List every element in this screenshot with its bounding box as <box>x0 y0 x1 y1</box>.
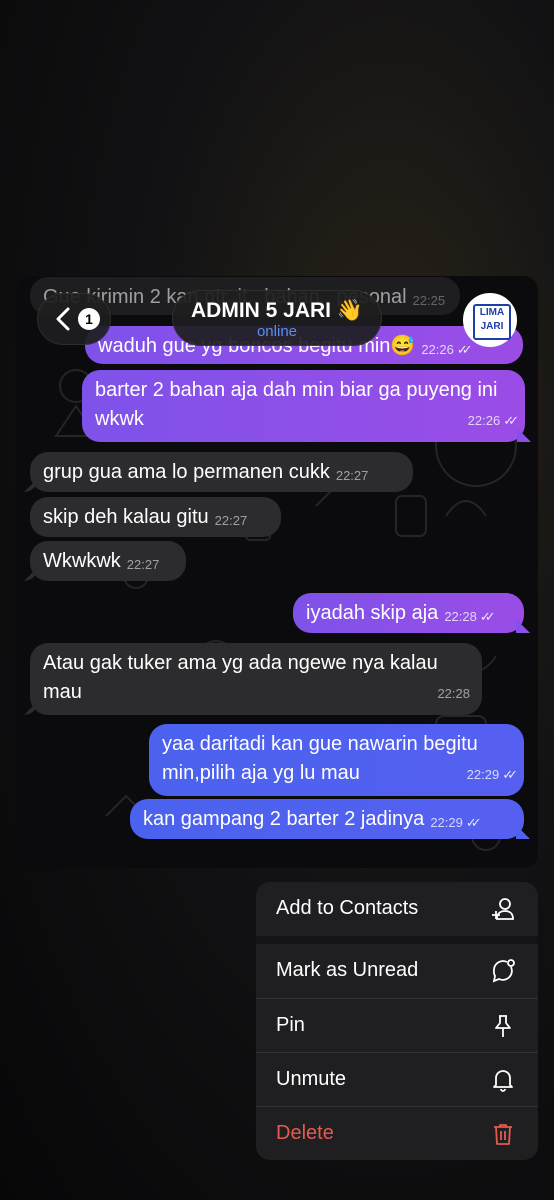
chat-status: online <box>256 323 298 340</box>
menu-item-mark-as-unread[interactable]: Mark as Unread <box>256 944 538 998</box>
menu-item-delete[interactable]: Delete <box>256 1106 538 1160</box>
avatar-text-line: LIMA <box>479 307 505 318</box>
message-incoming[interactable]: grup gua ama lo permanen cukk 22:27 <box>30 452 413 492</box>
trash-icon <box>494 1124 512 1145</box>
menu-item-label: Delete <box>276 1122 334 1144</box>
message-text: grup gua ama lo permanen cukk <box>43 461 330 483</box>
read-ticks-icon: ✓✓ <box>465 815 482 830</box>
menu-item-label: Mark as Unread <box>276 959 419 981</box>
menu-item-label: Add to Contacts <box>276 897 419 919</box>
message-time: 22:29 <box>466 767 500 782</box>
message-outgoing[interactable]: yaa daritadi kan gue nawarin begitu min,… <box>149 724 524 796</box>
message-incoming[interactable]: skip deh kalau gitu 22:27 <box>30 497 281 537</box>
message-outgoing[interactable]: kan gampang 2 barter 2 jadinya 22:29 ✓✓ <box>130 799 524 839</box>
message-outgoing[interactable]: iyadah skip aja 22:28 ✓✓ <box>293 593 524 633</box>
message-time: 22:28 <box>437 686 470 701</box>
avatar-text-line: JARI <box>480 321 504 332</box>
add-contact-icon <box>492 898 514 920</box>
read-ticks-icon: ✓✓ <box>456 342 473 357</box>
unread-bubble-icon <box>492 959 515 983</box>
read-ticks-icon: ✓✓ <box>502 767 518 782</box>
message-text: Wkwkwk <box>43 550 121 572</box>
menu-item-add-to-contacts[interactable]: Add to Contacts <box>256 882 538 936</box>
message-time: 22:25 <box>412 293 446 308</box>
message-time: 22:27 <box>214 513 248 528</box>
avatar[interactable]: LIMA JARI <box>463 293 517 347</box>
menu-item-label: Pin <box>276 1014 305 1036</box>
message-time: 22:26 <box>421 342 454 357</box>
back-button[interactable]: 1 <box>37 293 111 345</box>
context-menu: Add to Contacts Mark as Unread Pin Unmut… <box>256 882 538 1160</box>
message-text: iyadah skip aja <box>306 602 439 624</box>
chat-title: ADMIN 5 JARI 👋 <box>191 299 363 322</box>
bell-icon <box>493 1070 513 1092</box>
chevron-left-icon <box>56 307 70 331</box>
message-time: 22:26 <box>467 413 501 428</box>
chat-header[interactable]: ADMIN 5 JARI 👋 online <box>172 290 382 346</box>
message-text: skip deh kalau gitu <box>43 506 209 528</box>
message-time: 22:27 <box>126 557 160 572</box>
message-time: 22:29 <box>430 815 463 830</box>
message-text: barter 2 bahan aja dah min biar ga puyen… <box>95 379 498 430</box>
menu-item-unmute[interactable]: Unmute <box>256 1052 538 1106</box>
menu-item-pin[interactable]: Pin <box>256 998 538 1052</box>
pin-icon <box>495 1015 511 1037</box>
message-outgoing[interactable]: barter 2 bahan aja dah min biar ga puyen… <box>82 370 525 442</box>
menu-item-label: Unmute <box>276 1068 347 1090</box>
message-text: kan gampang 2 barter 2 jadinya <box>143 808 425 830</box>
unread-count-badge: 1 <box>78 308 100 330</box>
message-incoming[interactable]: Wkwkwk 22:27 <box>30 541 186 581</box>
read-ticks-icon: ✓✓ <box>503 413 519 428</box>
message-text: Atau gak tuker ama yg ada ngewe nya kala… <box>43 652 438 703</box>
message-text: yaa daritadi kan gue nawarin begitu min,… <box>162 733 478 784</box>
message-time: 22:27 <box>335 468 369 483</box>
message-time: 22:28 <box>444 609 477 624</box>
read-ticks-icon: ✓✓ <box>479 609 496 624</box>
menu-separator <box>256 936 538 944</box>
message-incoming[interactable]: Atau gak tuker ama yg ada ngewe nya kala… <box>30 643 482 715</box>
